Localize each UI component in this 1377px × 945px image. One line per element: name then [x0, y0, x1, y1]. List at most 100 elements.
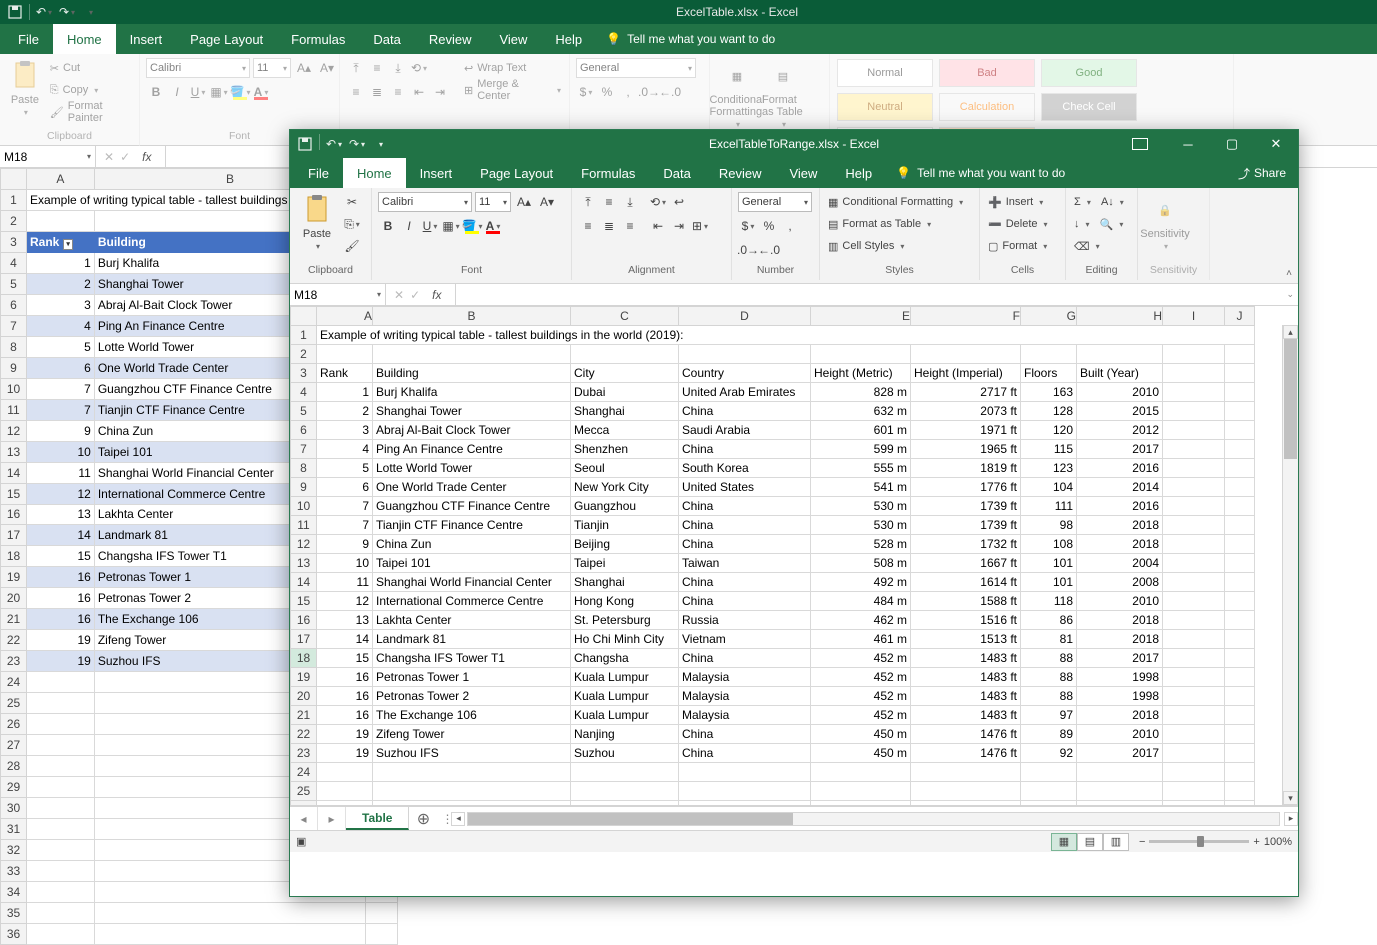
bold-button[interactable]: B: [378, 216, 398, 236]
orientation-icon[interactable]: ⟲▾: [648, 192, 668, 212]
border-button[interactable]: ▦▾: [441, 216, 461, 236]
number-format-combo[interactable]: General: [738, 192, 812, 212]
share-button[interactable]: ⤴ Share: [1238, 158, 1298, 188]
accounting-icon[interactable]: $▾: [576, 82, 596, 102]
style-bad[interactable]: Bad: [939, 59, 1035, 87]
tab-help[interactable]: Help: [831, 158, 886, 188]
expand-formula-icon[interactable]: ⌄: [1282, 289, 1298, 300]
style-neutral[interactable]: Neutral: [837, 93, 933, 121]
align-left-icon[interactable]: ≡: [578, 216, 598, 236]
bold-button[interactable]: B: [146, 82, 166, 102]
view-pagelayout-button[interactable]: ▤: [1077, 833, 1103, 851]
tab-home[interactable]: Home: [53, 24, 116, 54]
tab-home[interactable]: Home: [343, 158, 406, 188]
tab-help[interactable]: Help: [541, 24, 596, 54]
zoom-slider[interactable]: [1149, 840, 1249, 843]
inc-decimal-icon[interactable]: .0→: [738, 240, 758, 260]
new-sheet-button[interactable]: ⊕: [409, 807, 437, 830]
save-icon[interactable]: [294, 134, 316, 154]
collapse-ribbon-icon[interactable]: ˄: [1286, 268, 1292, 279]
zoom-out-button[interactable]: −: [1139, 836, 1145, 848]
redo-icon[interactable]: ↷▾: [346, 134, 368, 154]
align-center-icon[interactable]: ≣: [599, 216, 619, 236]
tab-formulas[interactable]: Formulas: [567, 158, 649, 188]
qat-customize-icon[interactable]: ▾: [79, 2, 101, 22]
redo-icon[interactable]: ↷▾: [56, 2, 78, 22]
cancel-icon[interactable]: ✕: [104, 150, 114, 164]
format-as-table-button[interactable]: ▤ Format as Table▾: [826, 214, 965, 234]
align-left-icon[interactable]: ≡: [346, 82, 366, 102]
fx-icon[interactable]: fx: [426, 288, 447, 302]
align-bottom-icon[interactable]: ⤓: [388, 58, 408, 78]
border-button[interactable]: ▦▾: [209, 82, 229, 102]
font-size-combo[interactable]: 11: [253, 58, 291, 78]
percent-icon[interactable]: %: [759, 216, 779, 236]
delete-cells-button[interactable]: ➖ Delete▾: [986, 214, 1050, 234]
fill-color-button[interactable]: 🪣▾: [462, 216, 482, 236]
undo-icon[interactable]: ↶▾: [323, 134, 345, 154]
cut-icon[interactable]: ✂: [342, 192, 362, 212]
wrap-text-button[interactable]: ↩ Wrap Text: [462, 58, 563, 78]
tab-scroll-left-icon[interactable]: ◂: [290, 807, 318, 830]
conditional-formatting-button[interactable]: ▦Conditional Formatting▾: [716, 58, 758, 129]
indent-dec-icon[interactable]: ⇤: [648, 216, 668, 236]
view-pagebreak-button[interactable]: ▥: [1103, 833, 1129, 851]
zoom-in-button[interactable]: +: [1253, 836, 1259, 848]
comma-icon[interactable]: ,: [780, 216, 800, 236]
dec-decimal-icon[interactable]: ←.0: [759, 240, 779, 260]
tab-view[interactable]: View: [775, 158, 831, 188]
align-right-icon[interactable]: ≡: [388, 82, 408, 102]
cell-styles-button[interactable]: ▥ Cell Styles▾: [826, 236, 965, 256]
increase-font-icon[interactable]: A▴: [514, 192, 534, 212]
inc-decimal-icon[interactable]: .0→: [639, 82, 659, 102]
align-right-icon[interactable]: ≡: [620, 216, 640, 236]
tab-formulas[interactable]: Formulas: [277, 24, 359, 54]
cancel-icon[interactable]: ✕: [394, 288, 404, 302]
sensitivity-button[interactable]: 🔒Sensitivity▾: [1144, 192, 1186, 251]
fill-color-button[interactable]: 🪣▾: [230, 82, 250, 102]
format-cells-button[interactable]: ▢ Format▾: [986, 236, 1050, 256]
style-check-cell[interactable]: Check Cell: [1041, 93, 1137, 121]
autosum-button[interactable]: Σ▾ A↓▾: [1072, 192, 1126, 212]
tab-data[interactable]: Data: [359, 24, 414, 54]
style-good[interactable]: Good: [1041, 59, 1137, 87]
tab-insert[interactable]: Insert: [406, 158, 467, 188]
accounting-icon[interactable]: $▾: [738, 216, 758, 236]
copy-button[interactable]: ⎘ Copy▾: [48, 80, 133, 100]
formula-input-front[interactable]: [456, 288, 1282, 302]
cut-button[interactable]: ✂ Cut: [48, 58, 133, 78]
format-painter-button[interactable]: 🖌 Format Painter: [48, 102, 133, 122]
italic-button[interactable]: I: [399, 216, 419, 236]
tab-scroll-right-icon[interactable]: ▸: [318, 807, 346, 830]
enter-icon[interactable]: ✓: [120, 150, 130, 164]
insert-cells-button[interactable]: ➕ Insert▾: [986, 192, 1050, 212]
merge-center-button[interactable]: ⊞ Merge & Center▾: [462, 80, 563, 100]
undo-icon[interactable]: ↶▾: [33, 2, 55, 22]
painter-icon[interactable]: 🖌: [342, 236, 362, 256]
align-middle-icon[interactable]: ≡: [367, 58, 387, 78]
ribbon-display-icon[interactable]: [1132, 138, 1148, 150]
wrap-text-icon[interactable]: ↩: [669, 192, 689, 212]
increase-font-icon[interactable]: A▴: [294, 58, 314, 78]
format-as-table-button[interactable]: ▤Format as Table▾: [762, 58, 804, 129]
qat-customize-icon[interactable]: ▾: [369, 134, 391, 154]
view-normal-button[interactable]: ▦: [1051, 833, 1077, 851]
number-format-combo[interactable]: General: [576, 58, 696, 78]
tab-insert[interactable]: Insert: [116, 24, 177, 54]
align-center-icon[interactable]: ≣: [367, 82, 387, 102]
maximize-button[interactable]: ▢: [1210, 130, 1254, 158]
font-color-button[interactable]: A▾: [251, 82, 271, 102]
grid-front[interactable]: ABCDEFGHIJ1Example of writing typical ta…: [290, 306, 1255, 806]
vertical-scrollbar[interactable]: ▴ ▾: [1282, 325, 1298, 805]
dec-decimal-icon[interactable]: ←.0: [660, 82, 680, 102]
zoom-level[interactable]: 100%: [1264, 836, 1292, 848]
tab-file[interactable]: File: [294, 158, 343, 188]
fx-icon[interactable]: fx: [136, 150, 157, 164]
minimize-button[interactable]: ─: [1166, 130, 1210, 158]
align-middle-icon[interactable]: ≡: [599, 192, 619, 212]
sheet-tab-table[interactable]: Table: [346, 807, 409, 830]
decrease-font-icon[interactable]: A▾: [537, 192, 557, 212]
name-box-back[interactable]: ▾: [0, 146, 96, 168]
fill-button[interactable]: ↓▾ 🔍▾: [1072, 214, 1126, 234]
clear-button[interactable]: ⌫▾: [1072, 236, 1126, 256]
